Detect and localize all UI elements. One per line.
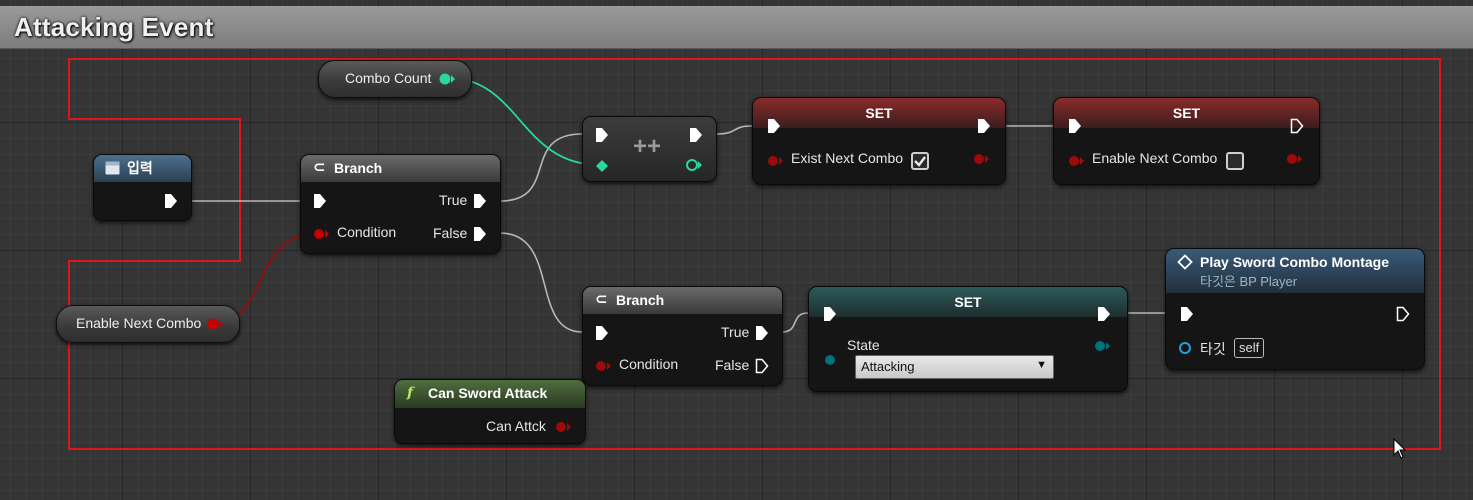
exec-in-pin[interactable] bbox=[595, 127, 609, 143]
condition-pin[interactable] bbox=[313, 227, 331, 241]
bool-in-pin[interactable] bbox=[1068, 154, 1086, 168]
int-out-pin[interactable] bbox=[439, 72, 457, 86]
increment-symbol: ++ bbox=[633, 133, 662, 160]
exec-in-pin[interactable] bbox=[767, 118, 781, 134]
true-label: True bbox=[721, 324, 750, 340]
exec-out-pin[interactable] bbox=[689, 127, 703, 143]
exec-in-pin[interactable] bbox=[313, 193, 327, 209]
node-title: 입력 bbox=[127, 160, 153, 176]
bool-in-pin[interactable] bbox=[767, 154, 785, 168]
true-exec-pin[interactable] bbox=[755, 325, 769, 341]
dropdown-value: Attacking bbox=[861, 359, 915, 374]
var-label: Exist Next Combo bbox=[791, 150, 904, 166]
exec-in-pin[interactable] bbox=[1068, 118, 1082, 134]
bool-out-pin[interactable] bbox=[1286, 152, 1304, 166]
exist-next-combo-checkbox[interactable] bbox=[911, 152, 929, 170]
output-label: Can Attck bbox=[486, 418, 546, 434]
bool-out-pin[interactable] bbox=[207, 317, 225, 331]
mouse-cursor-icon bbox=[1393, 438, 1407, 459]
set-enable-next-combo-node[interactable]: SET Enable Next Combo bbox=[1053, 97, 1320, 185]
true-exec-pin[interactable] bbox=[473, 193, 487, 209]
play-sword-combo-montage-node[interactable]: Play Sword Combo Montage 타깃은 BP Player 타… bbox=[1165, 248, 1425, 370]
function-icon: f bbox=[407, 385, 414, 401]
branch-icon: ⊂ bbox=[313, 159, 326, 176]
condition-pin[interactable] bbox=[595, 359, 613, 373]
node-title: Branch bbox=[334, 160, 383, 176]
variable-label: Combo Count bbox=[345, 70, 432, 86]
wire-exec-true-increment bbox=[499, 133, 583, 202]
target-object-pin[interactable] bbox=[1178, 341, 1196, 355]
node-title: SET bbox=[954, 294, 982, 310]
event-icon bbox=[105, 161, 120, 175]
condition-label: Condition bbox=[337, 224, 397, 240]
node-title: Can Sword Attack bbox=[428, 385, 548, 401]
enum-in-pin[interactable] bbox=[823, 353, 837, 367]
enum-out-pin[interactable] bbox=[1093, 339, 1111, 353]
branch-node-1[interactable]: ⊂ Branch Condition True False bbox=[300, 154, 501, 254]
state-dropdown[interactable]: Attacking ▼ bbox=[855, 355, 1054, 379]
chevron-down-icon: ▼ bbox=[1036, 359, 1047, 371]
var-label: Enable Next Combo bbox=[1092, 150, 1218, 166]
false-exec-pin[interactable] bbox=[473, 226, 487, 242]
false-exec-pin[interactable] bbox=[755, 358, 769, 374]
false-label: False bbox=[433, 225, 468, 241]
wire-exec-branch2-set-state bbox=[781, 312, 809, 333]
true-label: True bbox=[439, 192, 468, 208]
int-out-pin[interactable] bbox=[685, 157, 703, 173]
node-title: SET bbox=[1172, 105, 1201, 121]
exec-out-pin[interactable] bbox=[1396, 306, 1410, 322]
branch-icon: ⊂ bbox=[595, 291, 608, 308]
exec-out-pin[interactable] bbox=[1290, 118, 1304, 134]
exec-out-pin[interactable] bbox=[977, 118, 991, 134]
exec-out-pin[interactable] bbox=[164, 193, 178, 209]
increment-node[interactable]: ++ bbox=[582, 116, 717, 182]
int-in-pin[interactable] bbox=[595, 159, 609, 173]
combo-count-variable[interactable]: Combo Count bbox=[318, 60, 472, 98]
montage-icon bbox=[1177, 254, 1193, 270]
bool-out-pin[interactable] bbox=[973, 152, 991, 166]
checkmark-icon bbox=[914, 156, 926, 167]
false-label: False bbox=[715, 357, 750, 373]
bool-out-pin[interactable] bbox=[555, 420, 573, 434]
input-event-node[interactable]: 입력 bbox=[93, 154, 192, 221]
wire-exec-false-branch2 bbox=[499, 232, 583, 333]
condition-label: Condition bbox=[619, 356, 679, 372]
exec-out-pin[interactable] bbox=[1097, 306, 1111, 322]
exec-in-pin[interactable] bbox=[823, 306, 837, 322]
set-state-node[interactable]: SET State Attacking ▼ bbox=[808, 286, 1128, 392]
node-title: SET bbox=[865, 105, 893, 121]
var-label: State bbox=[847, 337, 880, 353]
target-value[interactable]: self bbox=[1234, 338, 1265, 358]
branch-node-2[interactable]: ⊂ Branch Condition True False bbox=[582, 286, 783, 386]
exec-in-pin[interactable] bbox=[595, 325, 609, 341]
can-sword-attack-node[interactable]: f Can Sword Attack Can Attck bbox=[394, 379, 586, 444]
wire-int-combo-count bbox=[447, 77, 601, 166]
enable-next-combo-checkbox[interactable] bbox=[1226, 152, 1244, 170]
node-subtitle: 타깃은 BP Player bbox=[1200, 274, 1298, 289]
node-title: Branch bbox=[616, 292, 665, 308]
wire-exec-increment-set-exist bbox=[714, 125, 753, 135]
variable-label: Enable Next Combo bbox=[76, 315, 202, 331]
set-exist-next-combo-node[interactable]: SET Exist Next Combo bbox=[752, 97, 1006, 185]
target-label: 타깃 bbox=[1200, 341, 1226, 357]
enable-next-combo-variable[interactable]: Enable Next Combo bbox=[56, 305, 240, 343]
blueprint-graph-canvas[interactable]: Attacking Event 입력 ⊂ Branch Condition Tr… bbox=[0, 0, 1473, 500]
exec-in-pin[interactable] bbox=[1180, 306, 1194, 322]
